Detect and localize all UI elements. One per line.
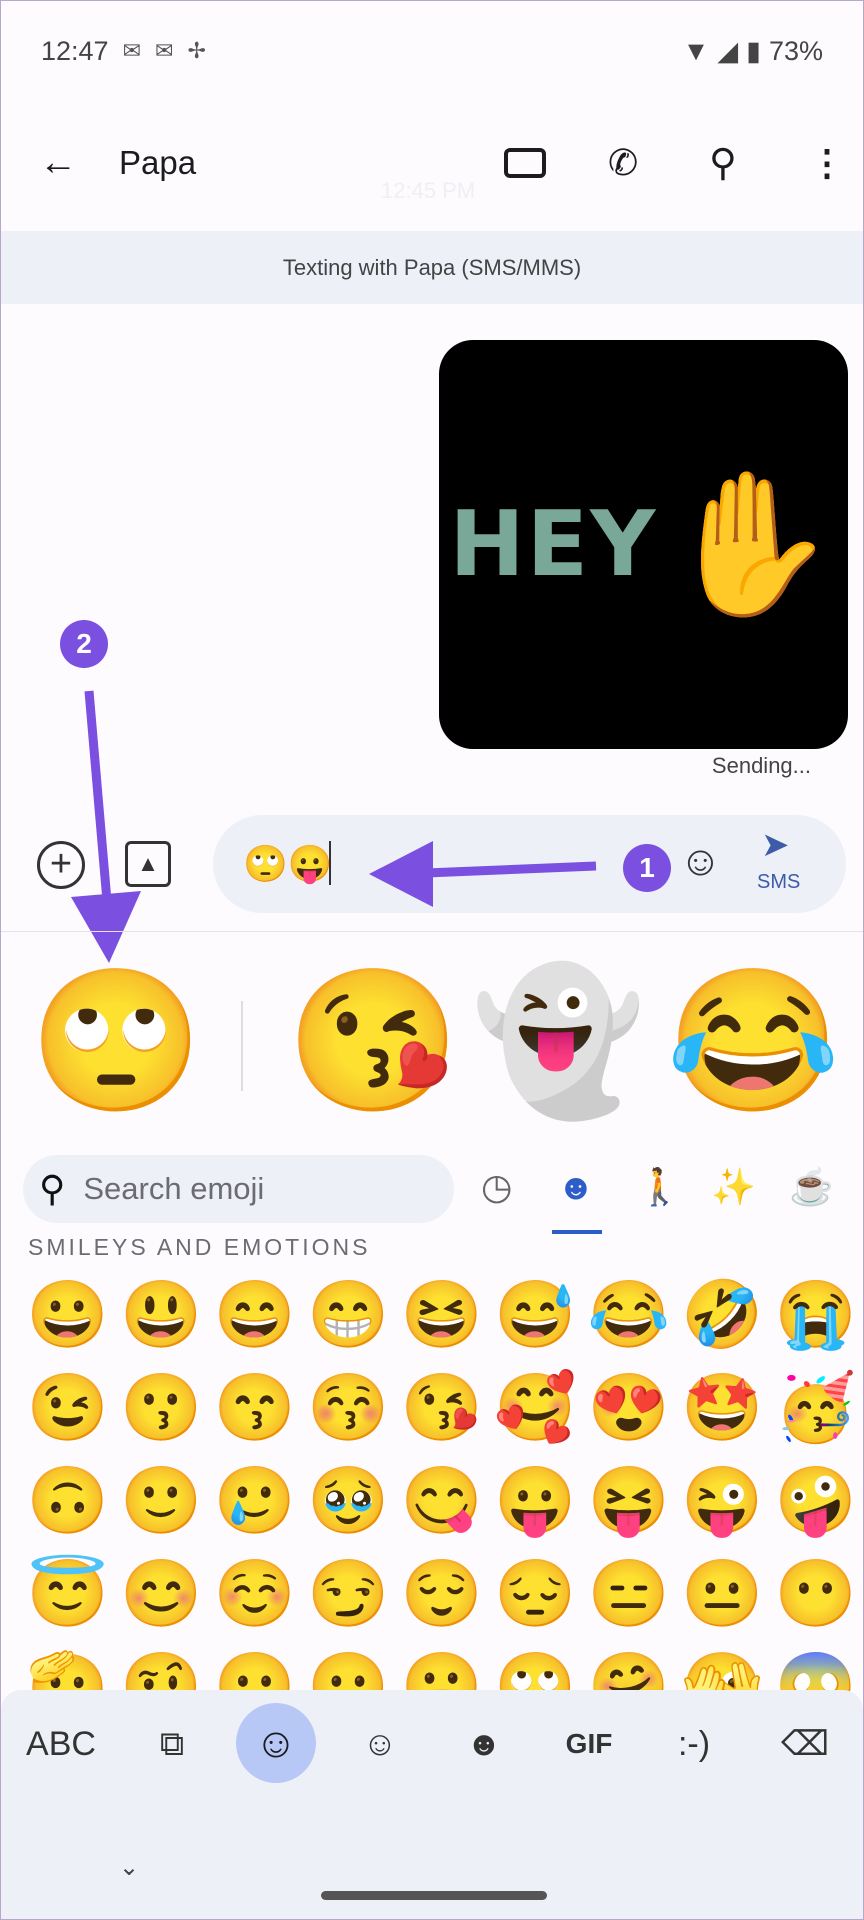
emoji-tab-button[interactable]: ☺ <box>236 1703 316 1783</box>
bitmoji-icon[interactable]: ☺ <box>363 1723 398 1765</box>
emoji-key[interactable]: 😄 <box>208 1273 302 1366</box>
sticker-icon[interactable]: ☻ <box>466 1723 502 1765</box>
emoji-search-input[interactable]: ⚲ Search emoji <box>23 1155 454 1223</box>
emoji-key[interactable]: 😜 <box>676 1459 770 1552</box>
emoji-grid: 😀 😃 😄 😁 😆 😅 😂 🤣 😭 😉 😗 😙 😚 😘 🥰 😍 🤩 🥳 🙃 🙂 🥲 🥹 😋 😛 😝 😜 🤪 😇 😊 ☺️ 😏 😌 😔 😑 😐 😶 🫡 🤨 😶… <box>21 1273 863 1738</box>
section-title: SMILEYS AND EMOTIONS <box>28 1234 371 1260</box>
emoji-key[interactable]: 😐 <box>676 1552 770 1645</box>
emoji-key[interactable]: 😝 <box>582 1459 676 1552</box>
emoji-key[interactable]: 😔 <box>489 1552 583 1645</box>
emoji-key[interactable]: 😁 <box>302 1273 396 1366</box>
emoji-key[interactable]: 😗 <box>115 1366 209 1459</box>
emoji-key[interactable]: 🥳 <box>769 1366 863 1459</box>
emoji-key[interactable]: 🙂 <box>115 1459 209 1552</box>
hide-keyboard-chevron-icon[interactable]: ⌄ <box>119 1853 139 1882</box>
category-people-icon[interactable]: 🚶 <box>637 1166 682 1208</box>
emoji-key[interactable]: 😀 <box>21 1273 115 1366</box>
annotation-badge-2: 2 <box>60 620 108 668</box>
gesture-handle[interactable] <box>321 1891 547 1900</box>
emoji-suggestion[interactable]: 👻 <box>471 961 645 1121</box>
emoji-key[interactable]: 🥰 <box>489 1366 583 1459</box>
emoji-key[interactable]: 🤣 <box>676 1273 770 1366</box>
arrow-1-head <box>369 841 433 907</box>
category-recent-icon[interactable]: ◷ <box>481 1166 512 1208</box>
annotation-badge-1: 1 <box>623 844 671 892</box>
search-placeholder: Search emoji <box>83 1171 265 1206</box>
emoji-key[interactable]: 😅 <box>489 1273 583 1366</box>
emoji-key[interactable]: 😙 <box>208 1366 302 1459</box>
emoji-suggestion[interactable]: 😂 <box>666 961 840 1121</box>
emoji-key[interactable]: 😃 <box>115 1273 209 1366</box>
emoji-key[interactable]: 😌 <box>395 1552 489 1645</box>
arrow-2 <box>84 690 112 902</box>
emoji-key[interactable]: 🙃 <box>21 1459 115 1552</box>
category-smileys-icon[interactable]: ☻ <box>557 1166 595 1208</box>
emoji-key[interactable]: 🥹 <box>302 1459 396 1552</box>
emoji-key[interactable]: ☺️ <box>208 1552 302 1645</box>
emoji-key[interactable]: 😭 <box>769 1273 863 1366</box>
emoji-key[interactable]: 😘 <box>395 1366 489 1459</box>
category-activities-icon[interactable]: ✨ <box>711 1166 756 1208</box>
emoji-key[interactable]: 🥲 <box>208 1459 302 1552</box>
emoji-key[interactable]: 😛 <box>489 1459 583 1552</box>
emoji-key[interactable]: 😑 <box>582 1552 676 1645</box>
emoji-key[interactable]: 😋 <box>395 1459 489 1552</box>
emoji-key[interactable]: 😇 <box>21 1552 115 1645</box>
emoji-suggestion[interactable]: 🙄 <box>29 961 203 1121</box>
emoji-key[interactable]: 😚 <box>302 1366 396 1459</box>
smiley-icon: ☺ <box>254 1719 298 1766</box>
category-food-icon[interactable]: ☕ <box>789 1166 834 1208</box>
annotation-arrows <box>71 690 597 963</box>
emoji-key[interactable]: 😍 <box>582 1366 676 1459</box>
sticker-search-icon[interactable]: ⧉ <box>160 1723 184 1765</box>
emoji-key[interactable]: 😶 <box>769 1552 863 1645</box>
emoji-key[interactable]: 😆 <box>395 1273 489 1366</box>
arrow-2-head <box>71 891 141 963</box>
keyboard-toolbar <box>1 1690 863 1919</box>
backspace-icon[interactable]: ⌫ <box>781 1723 829 1765</box>
emoji-key[interactable]: 🤪 <box>769 1459 863 1552</box>
emoji-key[interactable]: 😂 <box>582 1273 676 1366</box>
emoticon-button[interactable]: :-) <box>678 1723 710 1765</box>
search-icon: ⚲ <box>39 1168 66 1209</box>
suggestion-divider <box>241 1001 243 1091</box>
active-category-indicator <box>552 1230 602 1234</box>
gif-button[interactable]: GIF <box>566 1723 613 1765</box>
emoji-key[interactable]: 😉 <box>21 1366 115 1459</box>
emoji-key[interactable]: 🤩 <box>676 1366 770 1459</box>
keyboard-divider <box>1 931 863 932</box>
abc-button[interactable]: ABC <box>26 1723 96 1765</box>
emoji-key[interactable]: 😏 <box>302 1552 396 1645</box>
emoji-suggestion[interactable]: 😘 <box>286 961 460 1121</box>
emoji-key[interactable]: 😊 <box>115 1552 209 1645</box>
